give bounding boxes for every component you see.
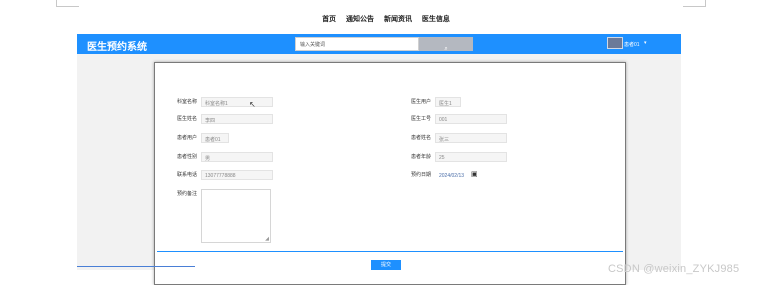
top-nav: 首页 通知公告 新闻资讯 医生信息 (0, 14, 772, 24)
chevron-down-icon[interactable]: ▾ (644, 40, 647, 46)
dept-name-label: 科室名称 (177, 99, 198, 105)
patient-gender-field[interactable]: 男 (201, 152, 273, 162)
search-input[interactable]: 输入关键词 (295, 37, 419, 51)
watermark: CSDN @weixin_ZYKJ985 (608, 263, 740, 275)
nav-item-home[interactable]: 首页 (322, 14, 336, 24)
brand-title: 医生预约系统 (87, 42, 147, 53)
doctor-id-field[interactable]: 001 (435, 114, 507, 124)
form-divider (157, 251, 623, 252)
nav-item-doctors[interactable]: 医生信息 (422, 14, 450, 24)
patient-gender-label: 患者性别 (177, 154, 198, 160)
contact-phone-field[interactable]: 13077778888 (201, 170, 273, 180)
note-label: 预约备注 (177, 191, 198, 197)
document-frame-mark-right (683, 0, 706, 7)
doctor-name-label: 医生姓名 (177, 116, 198, 122)
doctor-user-field[interactable]: 医生1 (435, 97, 461, 107)
patient-name-label: 患者姓名 (411, 135, 432, 141)
username[interactable]: 患者01 (624, 41, 640, 48)
calendar-icon[interactable]: ▣ (471, 170, 478, 178)
note-textarea[interactable]: ◢ (201, 189, 271, 243)
patient-age-field[interactable]: 25 (435, 152, 507, 162)
avatar[interactable] (607, 37, 623, 49)
doctor-user-label: 医生用户 (411, 99, 432, 105)
appointment-date-field[interactable]: 2024/02/13 (435, 170, 471, 180)
mouse-cursor-icon: ↖ (249, 100, 256, 109)
patient-age-label: 患者年龄 (411, 154, 432, 160)
header-bar: 医生预约系统 输入关键词 ⌕ 患者01 ▾ (77, 34, 681, 54)
submit-button[interactable]: 提交 (371, 260, 401, 270)
progress-line (77, 266, 195, 267)
search-button[interactable]: ⌕ (419, 37, 473, 52)
contact-phone-label: 联系电话 (177, 172, 198, 178)
search-icon: ⌕ (444, 46, 448, 52)
dept-name-field[interactable]: 科室名称1 (201, 97, 273, 107)
patient-name-field[interactable]: 张三 (435, 133, 507, 143)
patient-user-field[interactable]: 患者01 (201, 133, 229, 143)
patient-user-label: 患者用户 (177, 135, 198, 141)
nav-item-notice[interactable]: 通知公告 (346, 14, 374, 24)
resize-handle-icon[interactable]: ◢ (265, 236, 269, 242)
doctor-id-label: 医生工号 (411, 116, 432, 122)
appointment-date-label: 预约日期 (411, 172, 432, 178)
doctor-name-field[interactable]: 李四 (201, 114, 273, 124)
appointment-form: 科室名称 科室名称1 医生姓名 李四 患者用户 患者01 患者性别 男 联系电话… (154, 62, 626, 285)
nav-item-news[interactable]: 新闻资讯 (384, 14, 412, 24)
document-frame-mark-left (56, 0, 79, 7)
